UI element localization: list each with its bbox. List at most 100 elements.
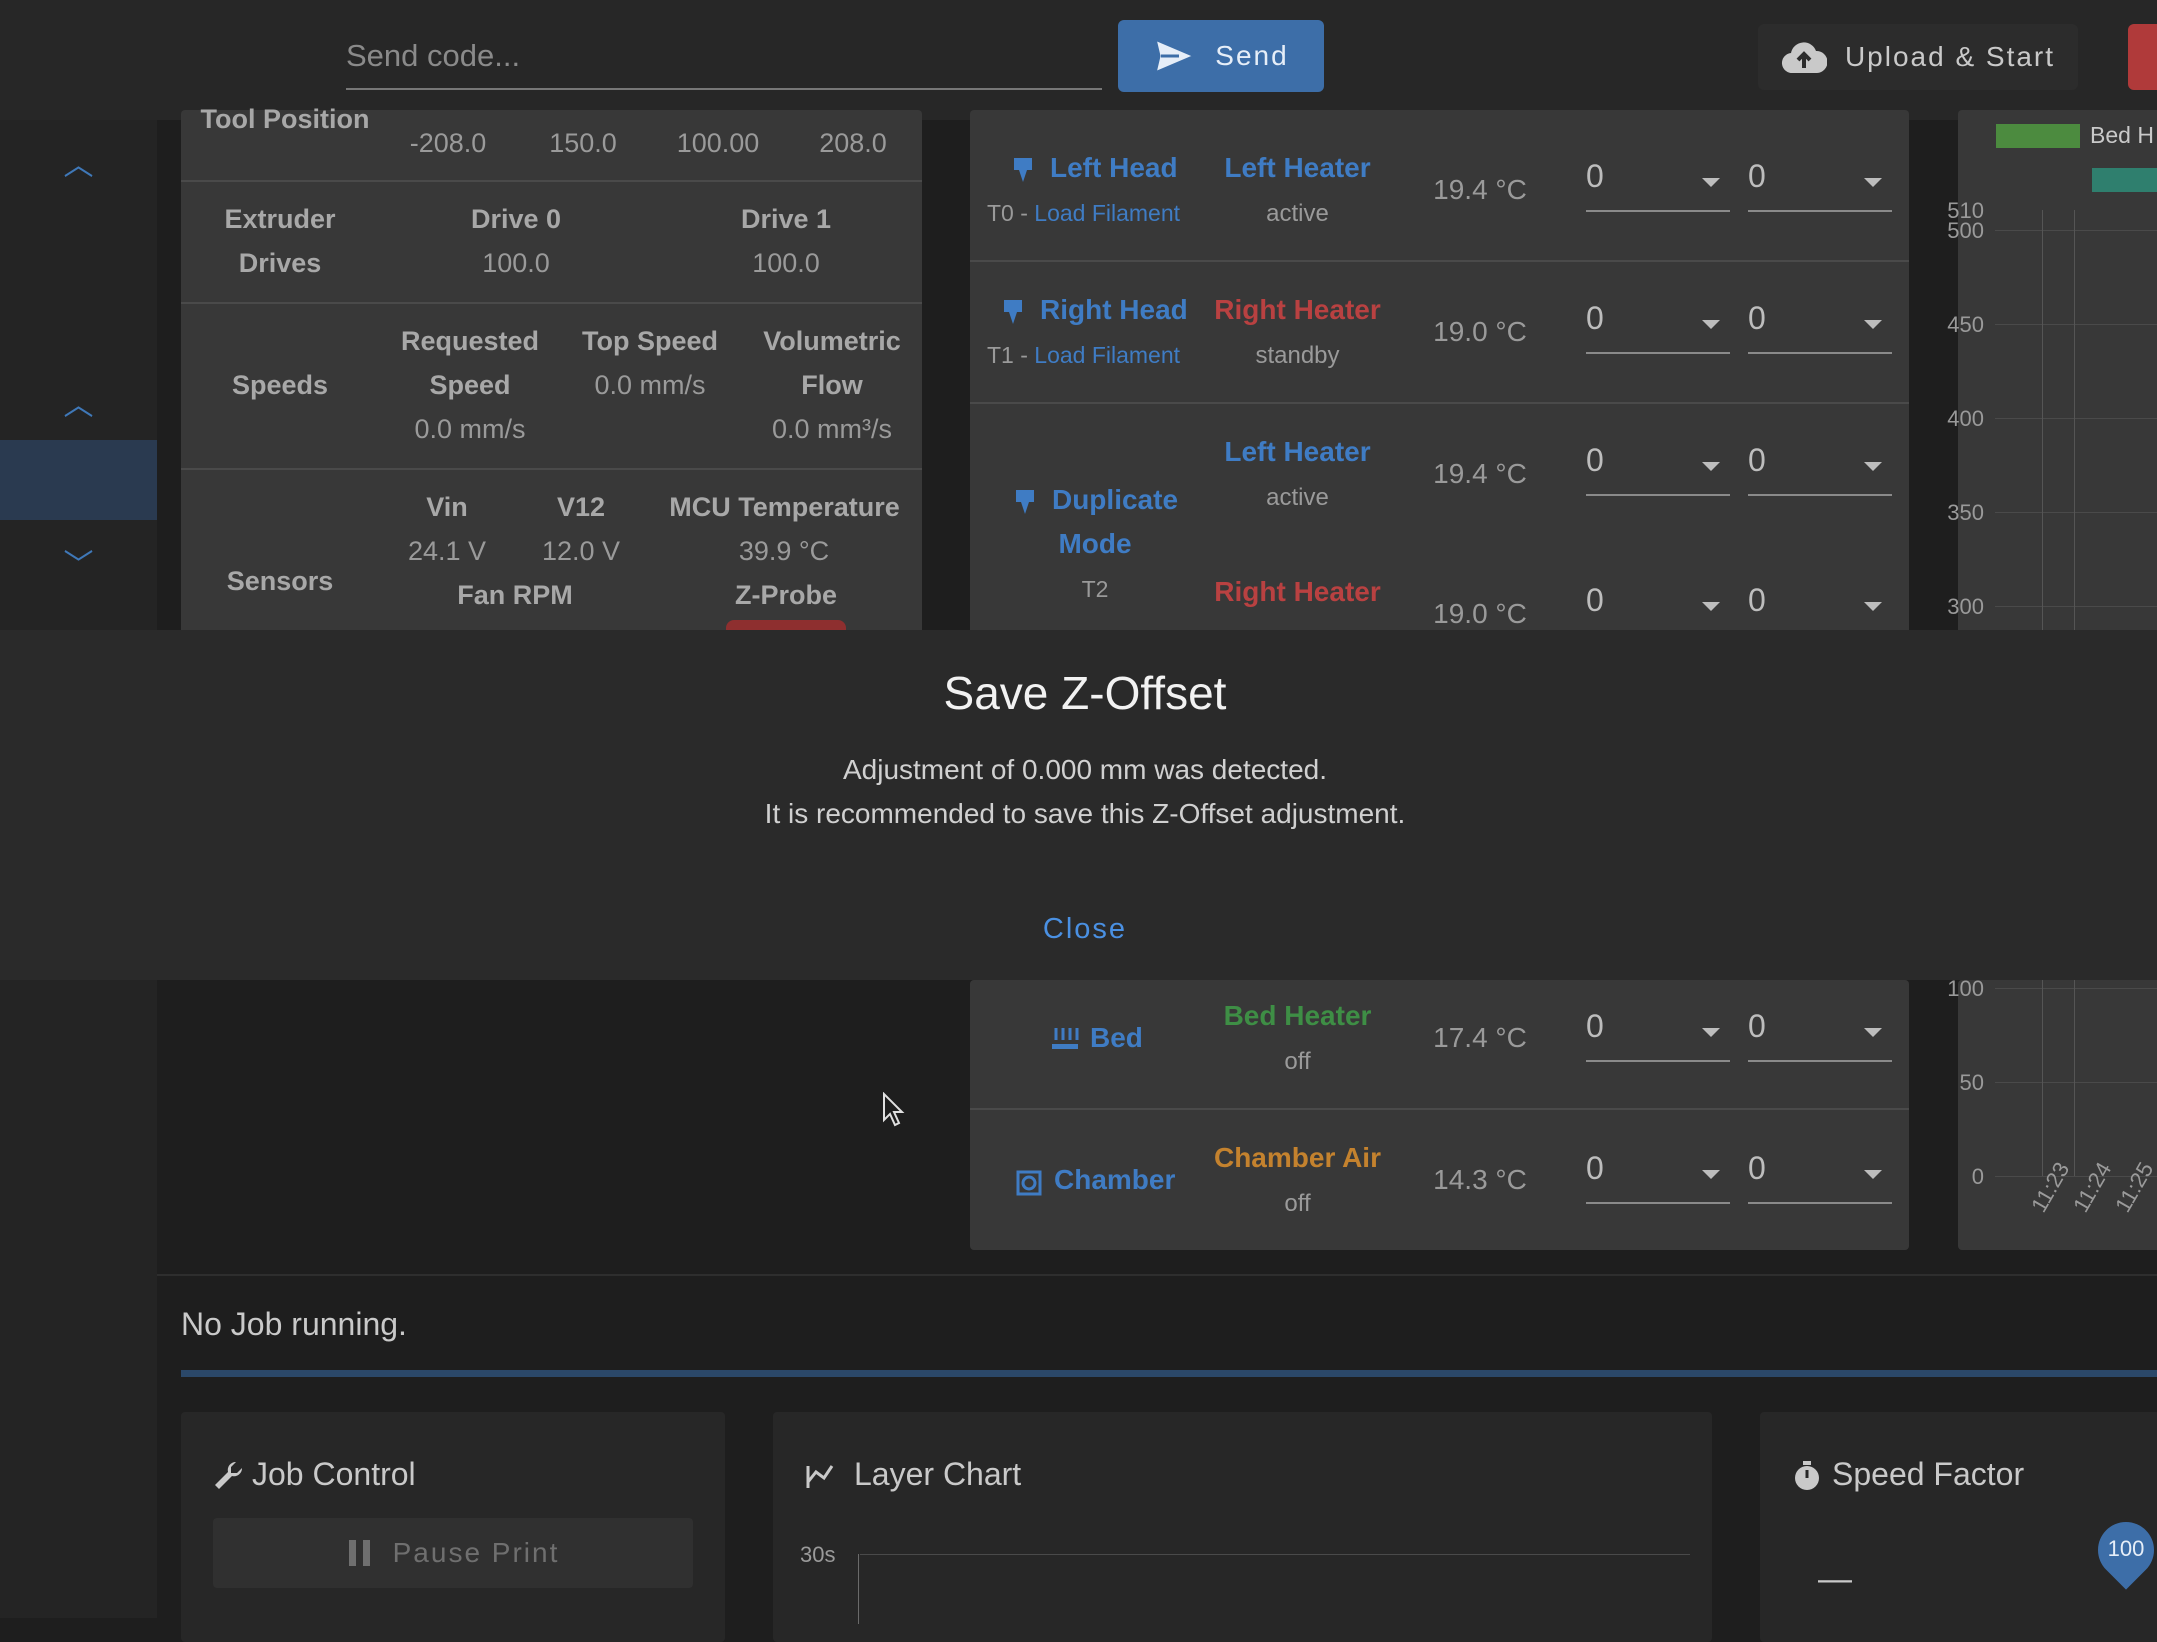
heater-current-temp: 19.0 °C [1433, 598, 1527, 629]
speed-factor-decrease-button[interactable]: — [1818, 1560, 1852, 1599]
tool-bed-name[interactable]: Bed [1090, 1022, 1143, 1054]
drive-0-label: Drive 0 [470, 204, 562, 234]
v12-label: V12 [556, 492, 606, 522]
active-temp-select[interactable]: 0 [1586, 158, 1730, 212]
y-tick: 350 [1947, 500, 1984, 525]
chevron-up-icon[interactable]: ︿ [0, 140, 157, 184]
tool-duplicate-name-2[interactable]: Mode [1020, 528, 1170, 560]
grid-line [860, 1554, 1690, 1555]
heater-current-temp: 14.3 °C [1433, 1164, 1527, 1195]
divider [970, 402, 1909, 404]
extruder-label: Extruder [224, 204, 336, 234]
nozzle-icon [1016, 490, 1034, 514]
pause-print-button[interactable]: Pause Print [213, 1518, 693, 1588]
standby-temp-select[interactable]: 0 [1748, 158, 1892, 212]
send-code-input[interactable] [346, 24, 1102, 90]
standby-temp-value: 0 [1748, 300, 1766, 336]
heater-name[interactable]: Right Heater [1200, 576, 1395, 608]
dropdown-arrow-icon [1864, 602, 1882, 611]
grid-line [1995, 988, 2157, 989]
dropdown-arrow-icon [1702, 178, 1720, 187]
vin-value: 24.1 V [407, 536, 487, 566]
extruder-label-drives: Drives [238, 248, 322, 278]
nozzle-icon [1014, 158, 1032, 182]
send-button[interactable]: Send [1118, 20, 1324, 92]
dropdown-arrow-icon [1864, 462, 1882, 471]
active-temp-select[interactable]: 0 [1586, 1008, 1730, 1062]
legend-swatch [1996, 124, 2080, 148]
standby-temp-select[interactable]: 0 [1748, 582, 1892, 636]
job-control-title: Job Control [252, 1456, 416, 1492]
active-temp-select[interactable]: 0 [1586, 1150, 1730, 1204]
upload-and-start-button[interactable]: Upload & Start [1758, 24, 2078, 90]
heater-name[interactable]: Right Heater [1200, 294, 1395, 326]
top-speed-label: Top Speed [581, 326, 718, 356]
heater-name[interactable]: Left Heater [1200, 152, 1395, 184]
vin-label: Vin [426, 492, 468, 522]
tool-chamber-name[interactable]: Chamber [1054, 1164, 1175, 1196]
stopwatch-icon [1795, 1461, 1819, 1490]
speed-factor-card [1760, 1412, 2157, 1642]
cloud-upload-icon [1781, 42, 1827, 74]
tool-duplicate-index: T2 [1081, 576, 1109, 602]
heater-state: off [1284, 1190, 1311, 1217]
load-filament-link[interactable]: Load Filament [1034, 342, 1180, 368]
legend-swatch [2092, 168, 2157, 192]
active-temp-select[interactable]: 0 [1586, 582, 1730, 636]
heater-state: active [1266, 200, 1329, 227]
standby-temp-value: 0 [1748, 442, 1766, 478]
grid-line [2074, 980, 2075, 1176]
standby-temp-select[interactable]: 0 [1748, 1150, 1892, 1204]
active-temp-select[interactable]: 0 [1586, 300, 1730, 354]
dropdown-arrow-icon [1864, 1028, 1882, 1037]
emergency-stop-button[interactable] [2128, 24, 2157, 90]
heater-current-temp: 19.0 °C [1433, 316, 1527, 347]
speed-factor-title: Speed Factor [1832, 1456, 2025, 1492]
heater-state: standby [1255, 342, 1340, 369]
standby-temp-select[interactable]: 0 [1748, 442, 1892, 496]
divider [181, 302, 922, 304]
tool-right-head-name[interactable]: Right Head [1040, 294, 1188, 326]
mcu-temperature-label: MCU Temperature [669, 492, 900, 522]
active-temp-value: 0 [1586, 442, 1604, 478]
dropdown-arrow-icon [1864, 1170, 1882, 1179]
volumetric-flow-label-2: Flow [801, 370, 863, 400]
tool-position-x: -208.0 [409, 128, 487, 158]
tool-index: T0 - [987, 200, 1035, 226]
active-temp-value: 0 [1586, 1150, 1604, 1186]
close-button[interactable]: Close [1000, 904, 1170, 954]
heater-name[interactable]: Left Heater [1200, 436, 1395, 468]
chevron-down-icon[interactable]: ﹀ [0, 540, 157, 584]
active-temp-value: 0 [1586, 1008, 1604, 1044]
y-tick: 500 [1947, 218, 1984, 243]
heater-name[interactable]: Chamber Air [1200, 1142, 1395, 1174]
load-filament-link[interactable]: Load Filament [1034, 200, 1180, 226]
layer-chart-card [773, 1412, 1712, 1642]
layer-chart-title: Layer Chart [854, 1456, 1022, 1492]
job-progress-bar [181, 1370, 2157, 1377]
tool-duplicate-name[interactable]: Duplicate [1040, 484, 1190, 516]
send-icon [1153, 37, 1198, 75]
dialog-title: Save Z-Offset [943, 667, 1227, 719]
standby-temp-select[interactable]: 0 [1748, 300, 1892, 354]
chevron-up-icon[interactable]: ︿ [0, 380, 157, 424]
tool-index: T1 - [987, 342, 1035, 368]
heater-name[interactable]: Bed Heater [1200, 1000, 1395, 1032]
requested-speed-label-2: Speed [429, 370, 511, 400]
standby-temp-select[interactable]: 0 [1748, 1008, 1892, 1062]
tool-left-head-name[interactable]: Left Head [1050, 152, 1178, 184]
grid-line [2042, 980, 2043, 1176]
y-tick: 0 [1971, 1164, 1984, 1189]
top-speed-value: 0.0 mm/s [594, 370, 706, 400]
active-temp-select[interactable]: 0 [1586, 442, 1730, 496]
send-button-label: Send [1215, 40, 1289, 71]
sidebar-item-active[interactable] [0, 440, 157, 520]
divider [181, 180, 922, 182]
dropdown-arrow-icon [1702, 320, 1720, 329]
active-temp-value: 0 [1586, 582, 1604, 618]
bed-heater-icon [1052, 1028, 1079, 1049]
tool-position-z: 100.00 [676, 128, 760, 158]
y-tick: 400 [1947, 406, 1984, 431]
grid-line [2042, 210, 2043, 630]
job-status-text: No Job running. [181, 1306, 407, 1342]
